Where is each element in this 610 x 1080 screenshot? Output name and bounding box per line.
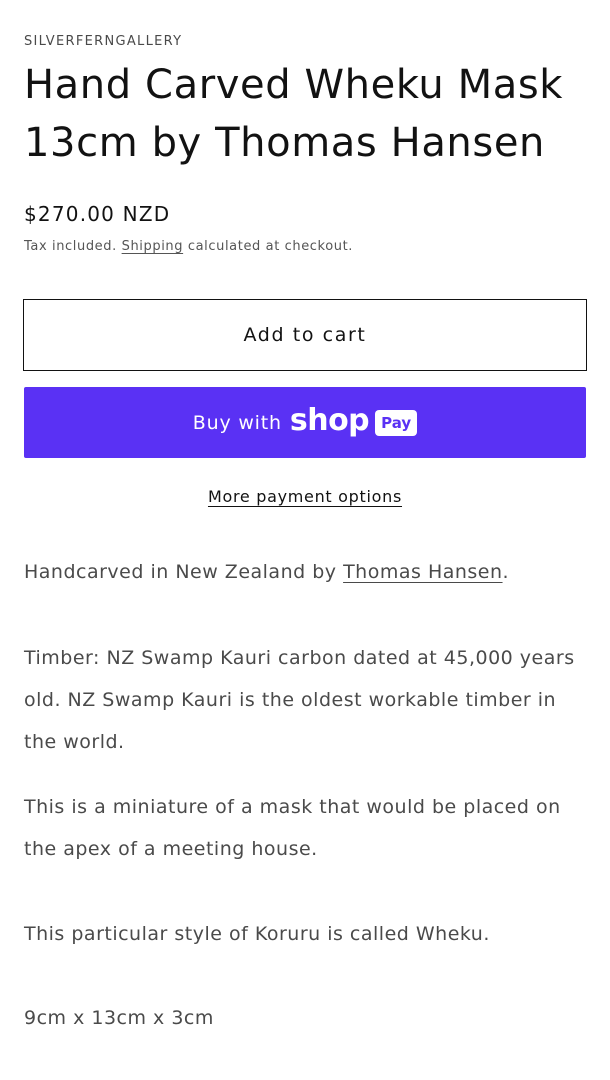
buy-with-label: Buy with — [192, 411, 282, 434]
shop-logo: shop — [289, 403, 370, 438]
add-to-cart-label: Add to cart — [243, 324, 367, 346]
product-vendor: SILVERFERNGALLERY — [24, 34, 183, 49]
description-miniature: This is a miniature of a mask that would… — [24, 796, 561, 860]
product-title: Hand Carved Wheku Mask 13cm by Thomas Ha… — [24, 62, 564, 166]
add-to-cart-button[interactable]: Add to cart — [23, 299, 587, 371]
tax-note: Tax included. Shipping calculated at che… — [24, 239, 353, 254]
description-origin-suffix: . — [502, 561, 510, 583]
product-price: $270.00 NZD — [24, 202, 171, 226]
more-payment-options: More payment options — [0, 487, 610, 506]
description-origin-prefix: Handcarved in New Zealand by — [24, 561, 337, 583]
shop-pay-button[interactable]: Buy with shop Pay — [24, 387, 586, 458]
pay-badge: Pay — [375, 409, 418, 436]
tax-note-suffix: calculated at checkout. — [187, 239, 354, 254]
description-origin: Handcarved in New Zealand by Thomas Hans… — [24, 551, 594, 593]
tax-note-prefix: Tax included. — [24, 239, 117, 254]
description-dimensions: 9cm x 13cm x 3cm — [24, 1007, 214, 1029]
artist-link[interactable]: Thomas Hansen — [343, 561, 502, 583]
shipping-link[interactable]: Shipping — [122, 239, 184, 254]
more-payment-options-link[interactable]: More payment options — [208, 487, 402, 506]
description-timber: Timber: NZ Swamp Kauri carbon dated at 4… — [24, 647, 575, 753]
description-style: This particular style of Koruru is calle… — [24, 923, 490, 945]
